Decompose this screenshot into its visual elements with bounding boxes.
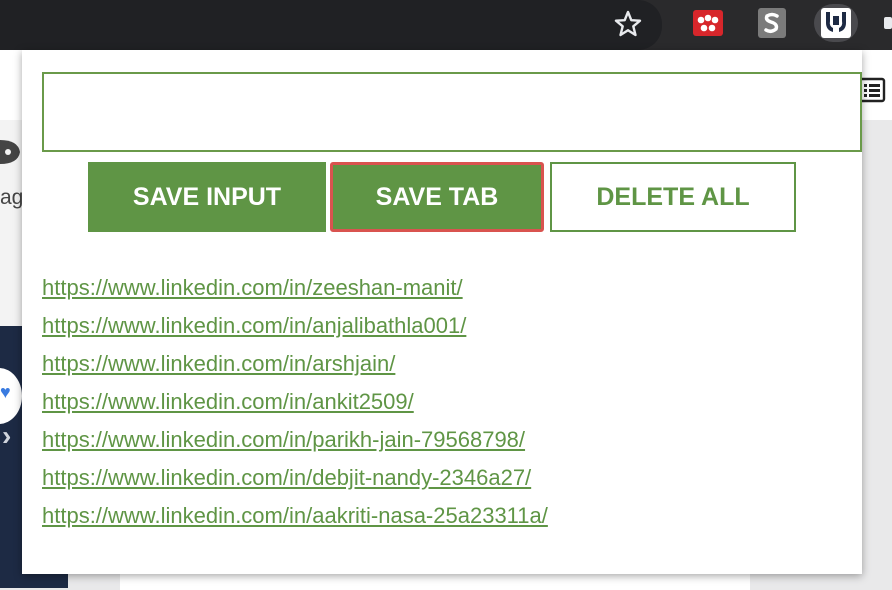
- saved-link[interactable]: https://www.linkedin.com/in/aakriti-nasa…: [42, 503, 548, 528]
- list-item: https://www.linkedin.com/in/arshjain/: [42, 348, 548, 386]
- background-sidebar-label: ag: [0, 186, 24, 209]
- list-item: https://www.linkedin.com/in/zeeshan-mani…: [42, 272, 548, 310]
- hands-extension-icon[interactable]: [814, 4, 858, 42]
- s-extension-icon[interactable]: [752, 4, 792, 42]
- mendeley-extension-icon[interactable]: [688, 4, 728, 42]
- saved-links-list: https://www.linkedin.com/in/zeeshan-mani…: [42, 272, 548, 538]
- list-item: https://www.linkedin.com/in/aakriti-nasa…: [42, 500, 548, 538]
- saved-link[interactable]: https://www.linkedin.com/in/anjalibathla…: [42, 313, 466, 338]
- tag-icon: [0, 138, 22, 177]
- heart-icon: ♥: [0, 382, 11, 402]
- puzzle-icon[interactable]: [878, 4, 892, 42]
- extension-popup: SAVE INPUT SAVE TAB DELETE ALL https://w…: [22, 50, 862, 574]
- save-tab-button[interactable]: SAVE TAB: [330, 162, 544, 232]
- saved-link[interactable]: https://www.linkedin.com/in/debjit-nandy…: [42, 465, 531, 490]
- url-input[interactable]: [42, 72, 862, 152]
- save-input-button[interactable]: SAVE INPUT: [88, 162, 326, 232]
- saved-link[interactable]: https://www.linkedin.com/in/parikh-jain-…: [42, 427, 525, 452]
- browser-toolbar: [0, 0, 892, 50]
- saved-link[interactable]: https://www.linkedin.com/in/arshjain/: [42, 351, 395, 376]
- list-item: https://www.linkedin.com/in/anjalibathla…: [42, 310, 548, 348]
- saved-link[interactable]: https://www.linkedin.com/in/zeeshan-mani…: [42, 275, 463, 300]
- list-item: https://www.linkedin.com/in/debjit-nandy…: [42, 462, 548, 500]
- address-bar[interactable]: [0, 0, 662, 50]
- star-icon[interactable]: [612, 8, 644, 40]
- list-item: https://www.linkedin.com/in/parikh-jain-…: [42, 424, 548, 462]
- delete-all-button[interactable]: DELETE ALL: [550, 162, 796, 232]
- list-item: https://www.linkedin.com/in/ankit2509/: [42, 386, 548, 424]
- background-content-card: [120, 572, 750, 590]
- chevron-right-icon[interactable]: ›: [2, 420, 11, 452]
- list-icon[interactable]: [858, 76, 886, 104]
- saved-link[interactable]: https://www.linkedin.com/in/ankit2509/: [42, 389, 414, 414]
